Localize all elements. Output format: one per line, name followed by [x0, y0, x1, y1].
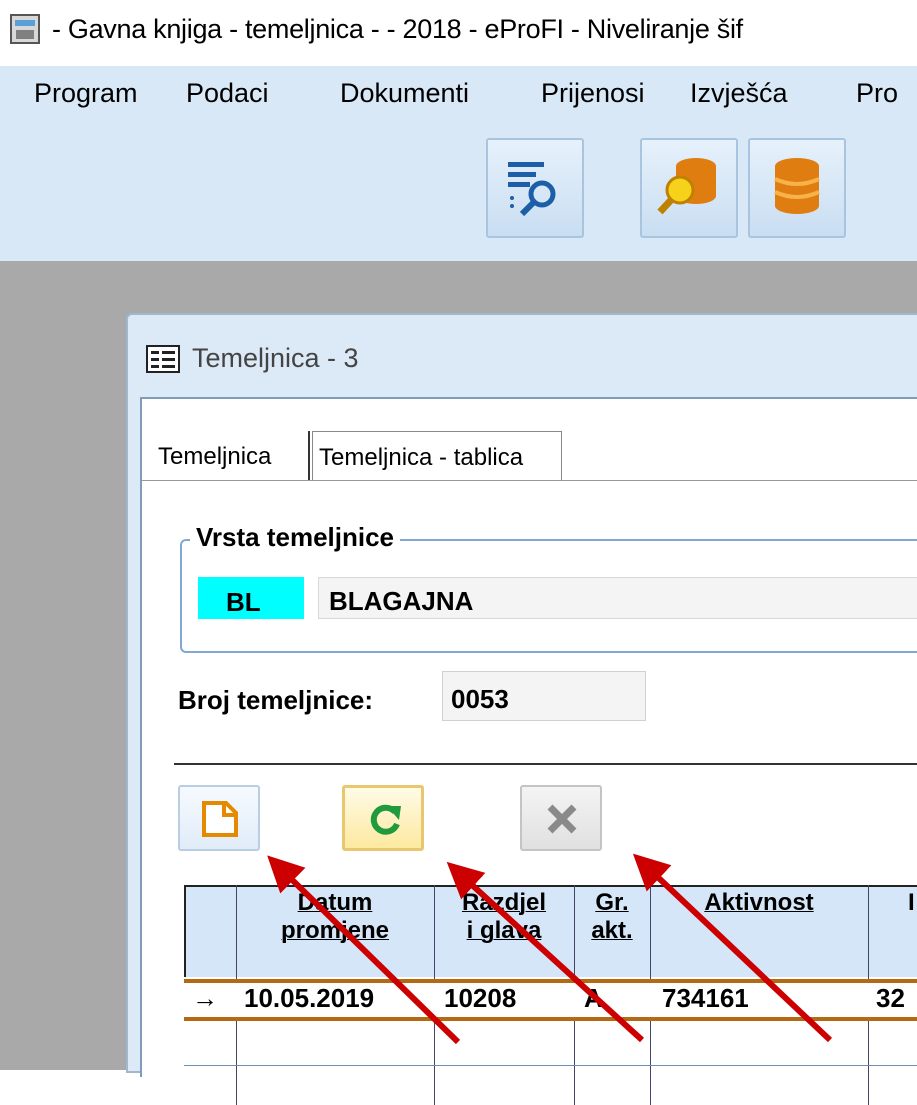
data-grid: Datum promjene Razdjel i glava Gr. akt. Akt… [184, 885, 917, 1105]
menu-dokumenti[interactable]: Dokumenti [340, 78, 469, 109]
app-icon[interactable] [10, 14, 40, 44]
tab-temeljnica-tablica[interactable]: Temeljnica - tablica [312, 431, 562, 481]
refresh-button[interactable] [342, 785, 424, 851]
toolbar-database-search-button[interactable] [640, 138, 738, 238]
tab-divider [142, 480, 917, 481]
vrsta-name-field: BLAGAJNA [318, 577, 917, 619]
window-title-temeljnica: Temeljnica - 3 [192, 343, 359, 373]
vrsta-code-field[interactable]: BL [198, 577, 304, 619]
new-document-icon [202, 801, 238, 837]
header-razdjel[interactable]: Razdjel i glava [434, 889, 574, 945]
separator [174, 763, 917, 765]
header-next[interactable]: I [868, 889, 917, 917]
filter-search-icon [508, 162, 556, 217]
cell-datum[interactable]: 10.05.2019 [244, 983, 374, 1014]
tab-temeljnica[interactable]: Temeljnica [152, 431, 310, 481]
menu-program[interactable]: Program [34, 78, 138, 109]
menu-prijenosi[interactable]: Prijenosi [541, 78, 645, 109]
database-icon [774, 158, 820, 214]
delete-icon [547, 804, 577, 834]
window-content: Temeljnica Temeljnica - tablica Vrsta te… [140, 397, 917, 1105]
title-bar: - Gavna knjiga - temeljnica - - 2018 - e… [0, 0, 917, 66]
toolbar-filter-search-button[interactable] [486, 138, 584, 238]
window-title: - Gavna knjiga - temeljnica - - 2018 - e… [52, 14, 743, 44]
cell-gr[interactable]: A [584, 983, 603, 1014]
menu-izvjesca[interactable]: Izvješća [690, 78, 788, 109]
header-aktivnost[interactable]: Aktivnost [650, 889, 868, 917]
menu-toolbar-area: Program Podaci Dokumenti Prijenosi Izvje… [0, 66, 917, 261]
header-gr-akt[interactable]: Gr. akt. [574, 889, 650, 945]
menu-podaci[interactable]: Podaci [186, 78, 269, 109]
row-marker-icon: → [192, 983, 218, 1013]
broj-temeljnice-field: 0053 [442, 671, 646, 721]
delete-button[interactable] [520, 785, 602, 851]
temeljnica-window: Temeljnica - 3 Temeljnica Temeljnica - t… [126, 313, 917, 1105]
cell-aktivnost[interactable]: 734161 [662, 983, 749, 1014]
database-search-icon [657, 158, 716, 215]
table-row-empty[interactable] [184, 1065, 917, 1066]
refresh-icon [370, 804, 401, 835]
vrsta-temeljnice-label: Vrsta temeljnice [190, 522, 400, 553]
broj-temeljnice-label: Broj temeljnice: [178, 685, 374, 715]
cell-razdjel[interactable]: 10208 [444, 983, 516, 1014]
toolbar-database-button[interactable] [748, 138, 846, 238]
header-datum[interactable]: Datum promjene [236, 889, 434, 945]
new-record-button[interactable] [178, 785, 260, 851]
window-form-icon[interactable] [146, 345, 180, 373]
menu-prozor[interactable]: Pro [856, 78, 898, 109]
cell-next[interactable]: 32 [876, 983, 905, 1014]
